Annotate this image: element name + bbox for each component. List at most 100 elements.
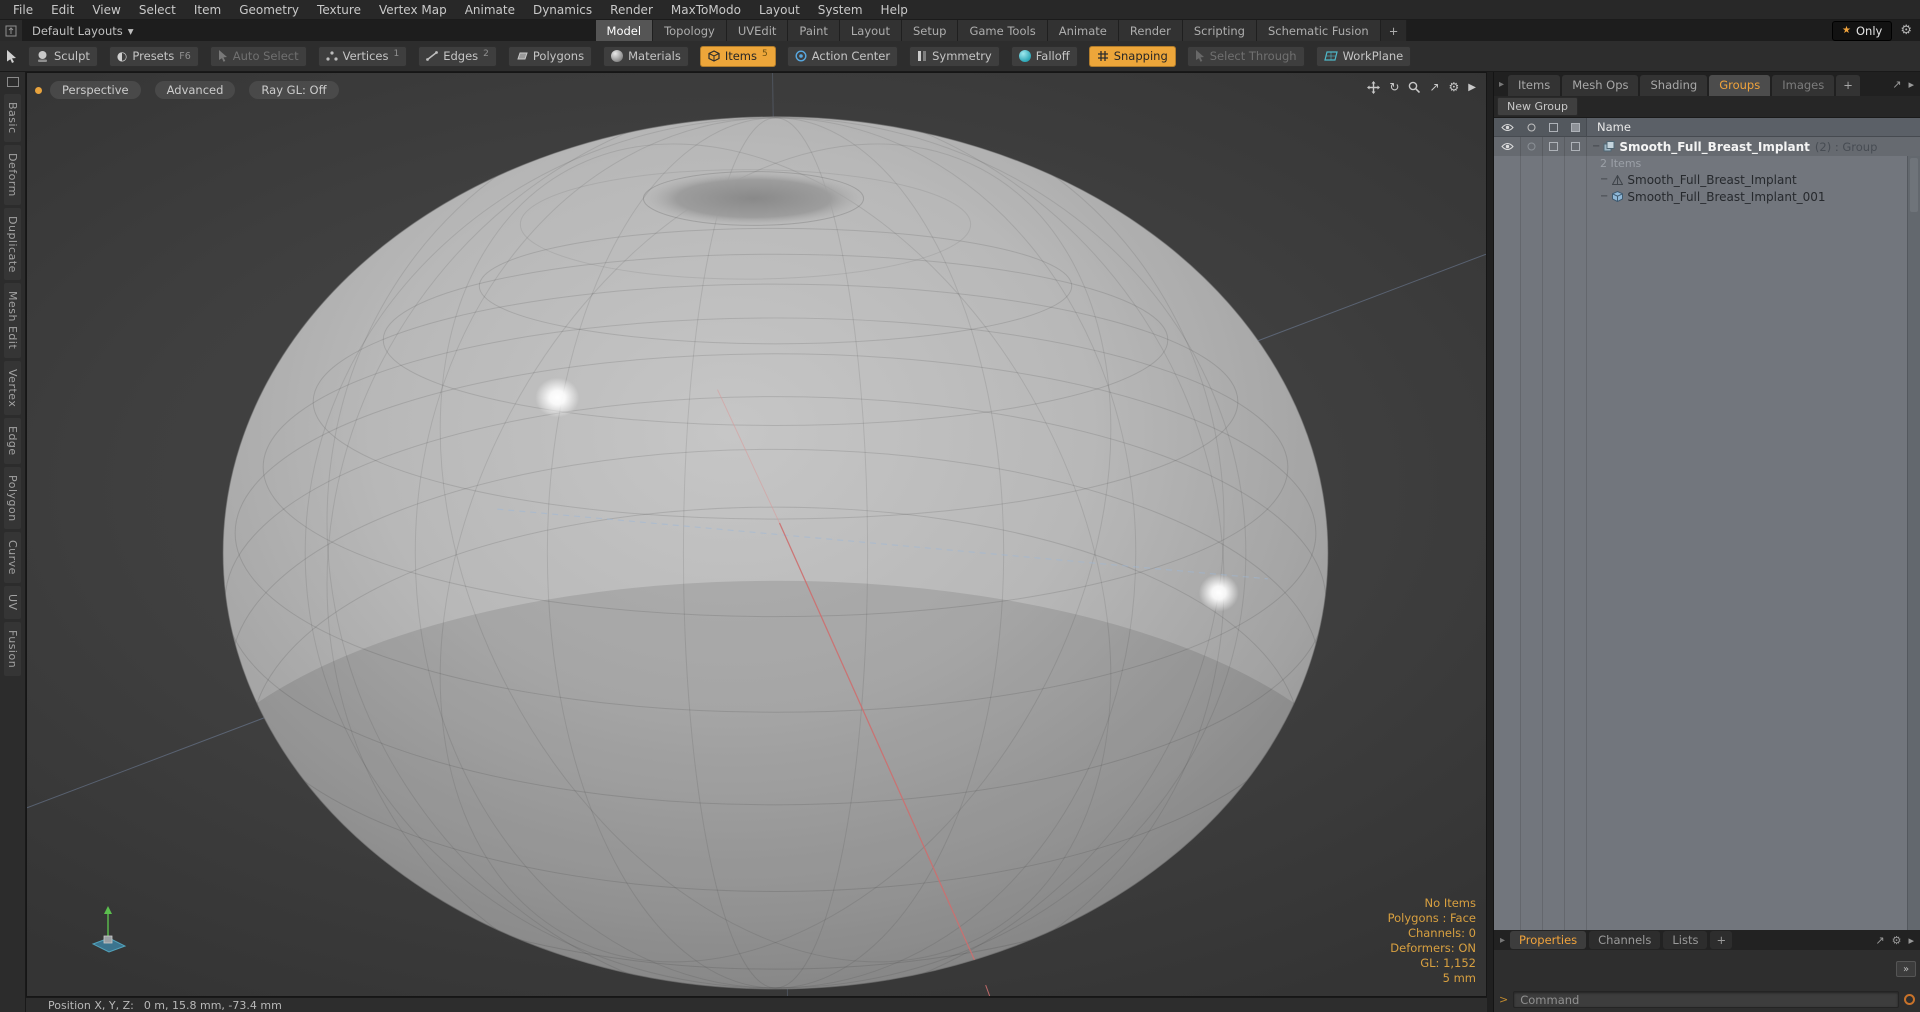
tab-shading[interactable]: Shading: [1640, 75, 1708, 96]
left-tab-basic[interactable]: Basic: [4, 94, 21, 142]
zoom-icon[interactable]: [1408, 81, 1421, 93]
menu-item[interactable]: MaxToModo: [662, 0, 750, 19]
viewport-flyout-icon[interactable]: ▶: [1468, 82, 1476, 93]
tab-render[interactable]: Render: [1118, 20, 1183, 41]
group-visibility-eye-icon[interactable]: [1494, 142, 1520, 151]
viewport-gear-icon[interactable]: ⚙: [1449, 80, 1460, 94]
tab-groups[interactable]: Groups: [1709, 75, 1771, 96]
rotate-icon[interactable]: ↻: [1389, 80, 1399, 94]
properties-gear-icon[interactable]: ⚙: [1892, 934, 1902, 947]
new-group-button[interactable]: New Group: [1497, 97, 1578, 116]
tab-channels[interactable]: Channels: [1589, 931, 1661, 949]
tab-mesh-ops[interactable]: Mesh Ops: [1562, 75, 1639, 96]
layout-switch-icon[interactable]: [0, 20, 22, 41]
expand-history-button[interactable]: »: [1896, 961, 1916, 977]
tab-setup[interactable]: Setup: [901, 20, 959, 41]
left-tab-fusion[interactable]: Fusion: [4, 622, 21, 677]
polygons-mode-button[interactable]: Polygons: [507, 45, 593, 67]
menu-item[interactable]: Edit: [42, 0, 83, 19]
snapping-button[interactable]: Snapping: [1088, 45, 1176, 67]
only-toggle[interactable]: ★ Only: [1832, 20, 1893, 41]
group-child-row[interactable]: − Smooth_Full_Breast_Implant_001: [1494, 188, 1920, 205]
group-render-toggle-icon[interactable]: [1520, 142, 1542, 151]
tab-animate[interactable]: Animate: [1047, 20, 1119, 41]
add-properties-tab-button[interactable]: +: [1710, 931, 1733, 949]
group-checkbox[interactable]: [1564, 142, 1586, 151]
select-column-icon[interactable]: [1564, 122, 1586, 132]
add-tab-button[interactable]: +: [1380, 20, 1408, 41]
viewport-3d[interactable]: Perspective Advanced Ray GL: Off ↻ ↗ ⚙ ▶…: [26, 72, 1487, 997]
left-tab-edge[interactable]: Edge: [4, 418, 21, 464]
select-through-button[interactable]: Select Through: [1186, 45, 1305, 67]
menu-item[interactable]: Animate: [456, 0, 524, 19]
layouts-dropdown[interactable]: Default Layouts ▾: [22, 20, 144, 41]
menu-item[interactable]: Geometry: [230, 0, 308, 19]
tab-lists[interactable]: Lists: [1663, 931, 1708, 949]
left-tab-curve[interactable]: Curve: [4, 532, 21, 584]
tab-topology[interactable]: Topology: [653, 20, 727, 41]
child-item-name[interactable]: Smooth_Full_Breast_Implant_001: [1627, 190, 1825, 204]
edges-mode-button[interactable]: Edges 2: [418, 45, 497, 67]
tree-body[interactable]: − Smooth_Full_Breast_Implant (2) : Group…: [1494, 137, 1920, 930]
group-child-row[interactable]: − Smooth_Full_Breast_Implant: [1494, 171, 1920, 188]
command-input[interactable]: [1513, 991, 1899, 1008]
menu-item[interactable]: Dynamics: [524, 0, 601, 19]
materials-mode-button[interactable]: Materials: [603, 45, 689, 67]
tab-schematic-fusion[interactable]: Schematic Fusion: [1256, 20, 1381, 41]
menu-item[interactable]: Layout: [750, 0, 809, 19]
lock-column-icon[interactable]: [1542, 122, 1564, 132]
panel-expand-icon[interactable]: ↗: [1892, 78, 1901, 91]
child-item-name[interactable]: Smooth_Full_Breast_Implant: [1627, 173, 1796, 187]
left-tab-vertex[interactable]: Vertex: [4, 360, 21, 416]
tab-uvedit[interactable]: UVEdit: [726, 20, 789, 41]
group-row[interactable]: − Smooth_Full_Breast_Implant (2) : Group: [1494, 137, 1920, 156]
menu-item[interactable]: View: [83, 0, 129, 19]
auto-select-button[interactable]: Auto Select: [209, 45, 307, 67]
name-column-header[interactable]: Name: [1586, 118, 1920, 136]
menu-item[interactable]: System: [809, 0, 872, 19]
maximize-icon[interactable]: ↗: [1429, 80, 1439, 94]
workplane-button[interactable]: WorkPlane: [1315, 45, 1412, 67]
menu-item[interactable]: Texture: [308, 0, 370, 19]
symmetry-button[interactable]: Symmetry: [909, 45, 1000, 67]
left-tab-duplicate[interactable]: Duplicate: [4, 207, 21, 281]
add-panel-tab-button[interactable]: +: [1836, 75, 1860, 96]
tab-layout[interactable]: Layout: [839, 20, 902, 41]
items-mode-button[interactable]: Items 5: [699, 45, 776, 67]
action-center-button[interactable]: Action Center: [786, 45, 899, 67]
vertices-mode-button[interactable]: Vertices 1: [317, 45, 408, 67]
tool-cursor-icon[interactable]: [6, 49, 17, 63]
menu-item[interactable]: Select: [130, 0, 185, 19]
shading-mode-button[interactable]: Advanced: [154, 81, 236, 99]
raygl-button[interactable]: Ray GL: Off: [249, 81, 339, 99]
palette-icon[interactable]: [6, 77, 19, 87]
properties-flyout-icon[interactable]: ▸: [1908, 934, 1914, 947]
pan-icon[interactable]: [1367, 80, 1381, 94]
visibility-column-icon[interactable]: [1494, 123, 1520, 132]
tab-images[interactable]: Images: [1772, 75, 1835, 96]
menu-item[interactable]: Item: [185, 0, 230, 19]
menu-item[interactable]: File: [4, 0, 42, 19]
tab-model[interactable]: Model: [595, 20, 654, 41]
left-tab-deform[interactable]: Deform: [4, 144, 21, 205]
group-name[interactable]: Smooth_Full_Breast_Implant: [1619, 140, 1810, 154]
viewport-3d-scene[interactable]: [27, 73, 1486, 996]
tab-properties[interactable]: Properties: [1510, 931, 1587, 949]
gear-icon[interactable]: ⚙: [1900, 23, 1912, 38]
tab-items[interactable]: Items: [1508, 75, 1561, 96]
left-tab-uv[interactable]: UV: [4, 586, 21, 619]
tree-scrollbar[interactable]: [1907, 156, 1920, 930]
command-record-icon[interactable]: [1904, 994, 1915, 1005]
left-tab-polygon[interactable]: Polygon: [4, 466, 21, 530]
tab-scripting[interactable]: Scripting: [1182, 20, 1257, 41]
properties-expand-icon[interactable]: ↗: [1875, 934, 1884, 947]
render-column-icon[interactable]: [1520, 123, 1542, 132]
perspective-button[interactable]: Perspective: [50, 81, 141, 99]
panel-flyout-icon[interactable]: ▸: [1908, 78, 1914, 91]
panel-arrow-icon[interactable]: ▸: [1498, 935, 1507, 946]
menu-item[interactable]: Render: [601, 0, 662, 19]
tab-paint[interactable]: Paint: [788, 20, 840, 41]
panel-arrow-icon[interactable]: ▸: [1497, 79, 1506, 90]
collapse-toggle[interactable]: −: [1592, 141, 1600, 152]
menu-item[interactable]: Help: [872, 0, 917, 19]
